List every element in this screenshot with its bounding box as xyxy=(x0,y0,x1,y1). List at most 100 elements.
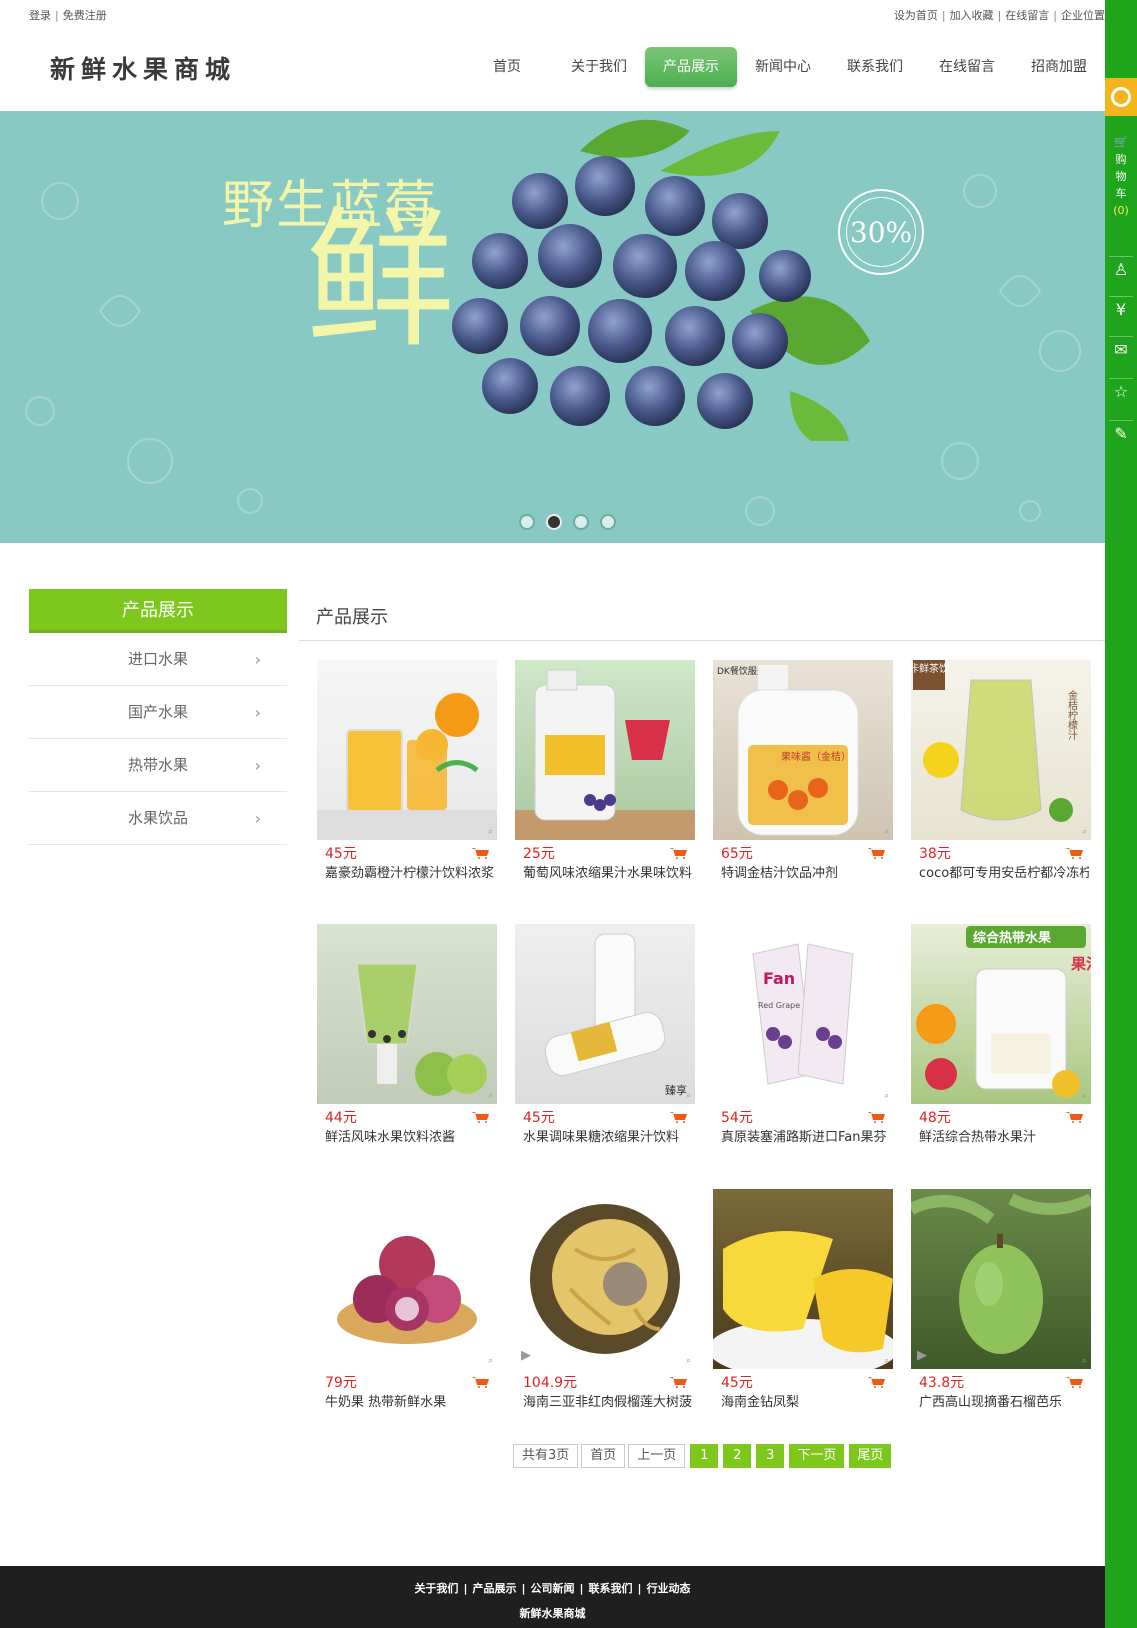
product-name[interactable]: 海南三亚非红肉假榴莲大树菠 xyxy=(523,1391,693,1410)
product-card[interactable]: DK餐饮服务 果味酱（金桔） ⌕ 65元 特调金桔汁饮品冲剂 xyxy=(713,660,893,893)
add-to-cart-icon[interactable] xyxy=(867,847,887,859)
add-to-cart-icon[interactable] xyxy=(471,847,491,859)
page-2-button[interactable]: 2 xyxy=(723,1444,752,1468)
user-icon[interactable]: ♙ xyxy=(1105,260,1137,279)
product-card[interactable]: ⌕ 25元 葡萄风味浓缩果汁水果味饮料 xyxy=(515,660,695,893)
headset-icon[interactable] xyxy=(1105,78,1137,116)
carousel-dot[interactable] xyxy=(600,514,616,530)
zoom-icon: ⌕ xyxy=(685,1091,691,1101)
chevron-right-icon: › xyxy=(254,703,261,722)
toolbar-divider xyxy=(1109,378,1133,379)
product-image[interactable]: ▶ ⌕ xyxy=(515,1189,695,1369)
edit-icon[interactable]: ✎ xyxy=(1105,424,1137,443)
add-to-cart-icon[interactable] xyxy=(867,1111,887,1123)
site-logo[interactable]: 新鲜水果商城 xyxy=(50,50,236,86)
sidebar-item-imported[interactable]: 进口水果 › xyxy=(29,633,287,686)
company-location-link[interactable]: 企业位置 xyxy=(1061,9,1105,22)
product-price: 48元 xyxy=(919,1110,951,1126)
nav-products[interactable]: 产品展示 xyxy=(645,47,737,87)
product-card[interactable]: Fan Red Grape ⌕ 54元 真原装塞浦路斯进口Fan果芬 xyxy=(713,924,893,1157)
product-image[interactable]: 臻享 ⌕ xyxy=(515,924,695,1104)
product-card[interactable]: 综合热带水果 果汁 ⌕ 48元 鲜活综合热带水果汁 xyxy=(911,924,1091,1157)
first-page-button[interactable]: 首页 xyxy=(581,1444,626,1468)
product-image[interactable]: ⌕ xyxy=(317,660,497,840)
product-card[interactable]: 佧鲜茶饮 金桔柠檬汁 ⌕ 38元 coco都可专用安岳柠都冷冻柠 xyxy=(911,660,1091,893)
online-message-link[interactable]: 在线留言 xyxy=(1005,9,1049,22)
product-name[interactable]: 鲜活风味水果饮料浓酱 xyxy=(325,1126,495,1145)
sidebar-item-drinks[interactable]: 水果饮品 › xyxy=(29,792,287,845)
add-to-cart-icon[interactable] xyxy=(669,847,689,859)
footer-link-news[interactable]: 公司新闻 xyxy=(531,1582,575,1595)
prev-page-button[interactable]: 上一页 xyxy=(628,1444,686,1468)
product-card[interactable]: ⌕ 45元 嘉豪劲霸橙汁柠檬汁饮料浓浆 xyxy=(317,660,497,893)
nav-about[interactable]: 关于我们 xyxy=(553,47,645,87)
product-name[interactable]: coco都可专用安岳柠都冷冻柠 xyxy=(919,862,1089,881)
sidebar-item-domestic[interactable]: 国产水果 › xyxy=(29,686,287,739)
add-to-cart-icon[interactable] xyxy=(1065,1376,1085,1388)
play-video-icon[interactable]: ▶ xyxy=(521,1348,531,1363)
carousel-dot[interactable] xyxy=(519,514,535,530)
product-name[interactable]: 广西高山现摘番石榴芭乐 xyxy=(919,1391,1089,1410)
product-name[interactable]: 葡萄风味浓缩果汁水果味饮料 xyxy=(523,862,693,881)
product-image[interactable]: 佧鲜茶饮 金桔柠檬汁 ⌕ xyxy=(911,660,1091,840)
product-name[interactable]: 真原装塞浦路斯进口Fan果芬 xyxy=(721,1126,891,1145)
product-image[interactable]: ⌕ xyxy=(317,924,497,1104)
product-image[interactable]: ⌕ xyxy=(515,660,695,840)
product-card[interactable]: ▶ ⌕ 104.9元 海南三亚非红肉假榴莲大树菠 xyxy=(515,1189,695,1422)
sidebar-item-tropical[interactable]: 热带水果 › xyxy=(29,739,287,792)
add-to-cart-icon[interactable] xyxy=(867,1376,887,1388)
product-name[interactable]: 鲜活综合热带水果汁 xyxy=(919,1126,1089,1145)
product-image[interactable]: 综合热带水果 果汁 ⌕ xyxy=(911,924,1091,1104)
product-name[interactable]: 水果调味果糖浓缩果汁饮料 xyxy=(523,1126,693,1145)
product-card[interactable]: ▶ ⌕ 43.8元 广西高山现摘番石榴芭乐 xyxy=(911,1189,1091,1422)
product-image[interactable]: ⌕ xyxy=(317,1189,497,1369)
login-link[interactable]: 登录 xyxy=(29,9,51,22)
carousel-dot[interactable] xyxy=(573,514,589,530)
carousel-dot-active[interactable] xyxy=(546,514,562,530)
add-to-cart-icon[interactable] xyxy=(1065,1111,1085,1123)
toolbar-divider xyxy=(1109,336,1133,337)
product-name[interactable]: 嘉豪劲霸橙汁柠檬汁饮料浓浆 xyxy=(325,862,495,881)
add-to-cart-icon[interactable] xyxy=(669,1376,689,1388)
product-card[interactable]: ⌕ 79元 牛奶果 热带新鲜水果 xyxy=(317,1189,497,1422)
product-image[interactable]: Fan Red Grape ⌕ xyxy=(713,924,893,1104)
category-sidebar: 产品展示 进口水果 › 国产水果 › 热带水果 › 水果饮品 › xyxy=(29,589,287,845)
footer-link-products[interactable]: 产品展示 xyxy=(472,1582,516,1595)
nav-contact[interactable]: 联系我们 xyxy=(829,47,921,87)
mail-icon[interactable]: ✉ xyxy=(1105,340,1137,359)
play-video-icon[interactable]: ▶ xyxy=(917,1348,927,1363)
set-home-link[interactable]: 设为首页 xyxy=(894,9,938,22)
footer-link-industry[interactable]: 行业动态 xyxy=(647,1582,691,1595)
nav-home[interactable]: 首页 xyxy=(461,47,553,87)
product-card[interactable]: ⌕ 45元 海南金钻凤梨 xyxy=(713,1189,893,1422)
add-favorite-link[interactable]: 加入收藏 xyxy=(950,9,994,22)
product-card[interactable]: ⌕ 44元 鲜活风味水果饮料浓酱 xyxy=(317,924,497,1157)
product-name[interactable]: 海南金钻凤梨 xyxy=(721,1391,891,1410)
register-link[interactable]: 免费注册 xyxy=(63,9,107,22)
hero-banner[interactable]: 野生蓝莓 鲜 30% xyxy=(0,111,1105,543)
yen-icon[interactable]: ¥ xyxy=(1105,300,1137,319)
star-icon[interactable]: ☆ xyxy=(1105,382,1137,401)
product-name[interactable]: 牛奶果 热带新鲜水果 xyxy=(325,1391,495,1410)
nav-franchise[interactable]: 招商加盟 xyxy=(1013,47,1105,87)
add-to-cart-icon[interactable] xyxy=(669,1111,689,1123)
footer-link-contact[interactable]: 联系我们 xyxy=(589,1582,633,1595)
page-3-button[interactable]: 3 xyxy=(756,1444,785,1468)
footer-link-about[interactable]: 关于我们 xyxy=(414,1582,458,1595)
cart-button[interactable]: 🛒 购 物 车 (0) xyxy=(1105,134,1137,219)
product-image[interactable]: ▶ ⌕ xyxy=(911,1189,1091,1369)
nav-message[interactable]: 在线留言 xyxy=(921,47,1013,87)
product-name[interactable]: 特调金桔汁饮品冲剂 xyxy=(721,862,891,881)
page-1-button[interactable]: 1 xyxy=(690,1444,719,1468)
last-page-button[interactable]: 尾页 xyxy=(849,1444,892,1468)
nav-news[interactable]: 新闻中心 xyxy=(737,47,829,87)
top-utility-bar: 登录 | 免费注册 设为首页 | 加入收藏 | 在线留言 | 企业位置 xyxy=(0,0,1105,28)
product-image[interactable]: DK餐饮服务 果味酱（金桔） ⌕ xyxy=(713,660,893,840)
zoom-icon: ⌕ xyxy=(487,1091,493,1101)
add-to-cart-icon[interactable] xyxy=(471,1376,491,1388)
next-page-button[interactable]: 下一页 xyxy=(789,1444,845,1468)
product-image[interactable]: ⌕ xyxy=(713,1189,893,1369)
add-to-cart-icon[interactable] xyxy=(471,1111,491,1123)
product-card[interactable]: 臻享 ⌕ 45元 水果调味果糖浓缩果汁饮料 xyxy=(515,924,695,1157)
add-to-cart-icon[interactable] xyxy=(1065,847,1085,859)
